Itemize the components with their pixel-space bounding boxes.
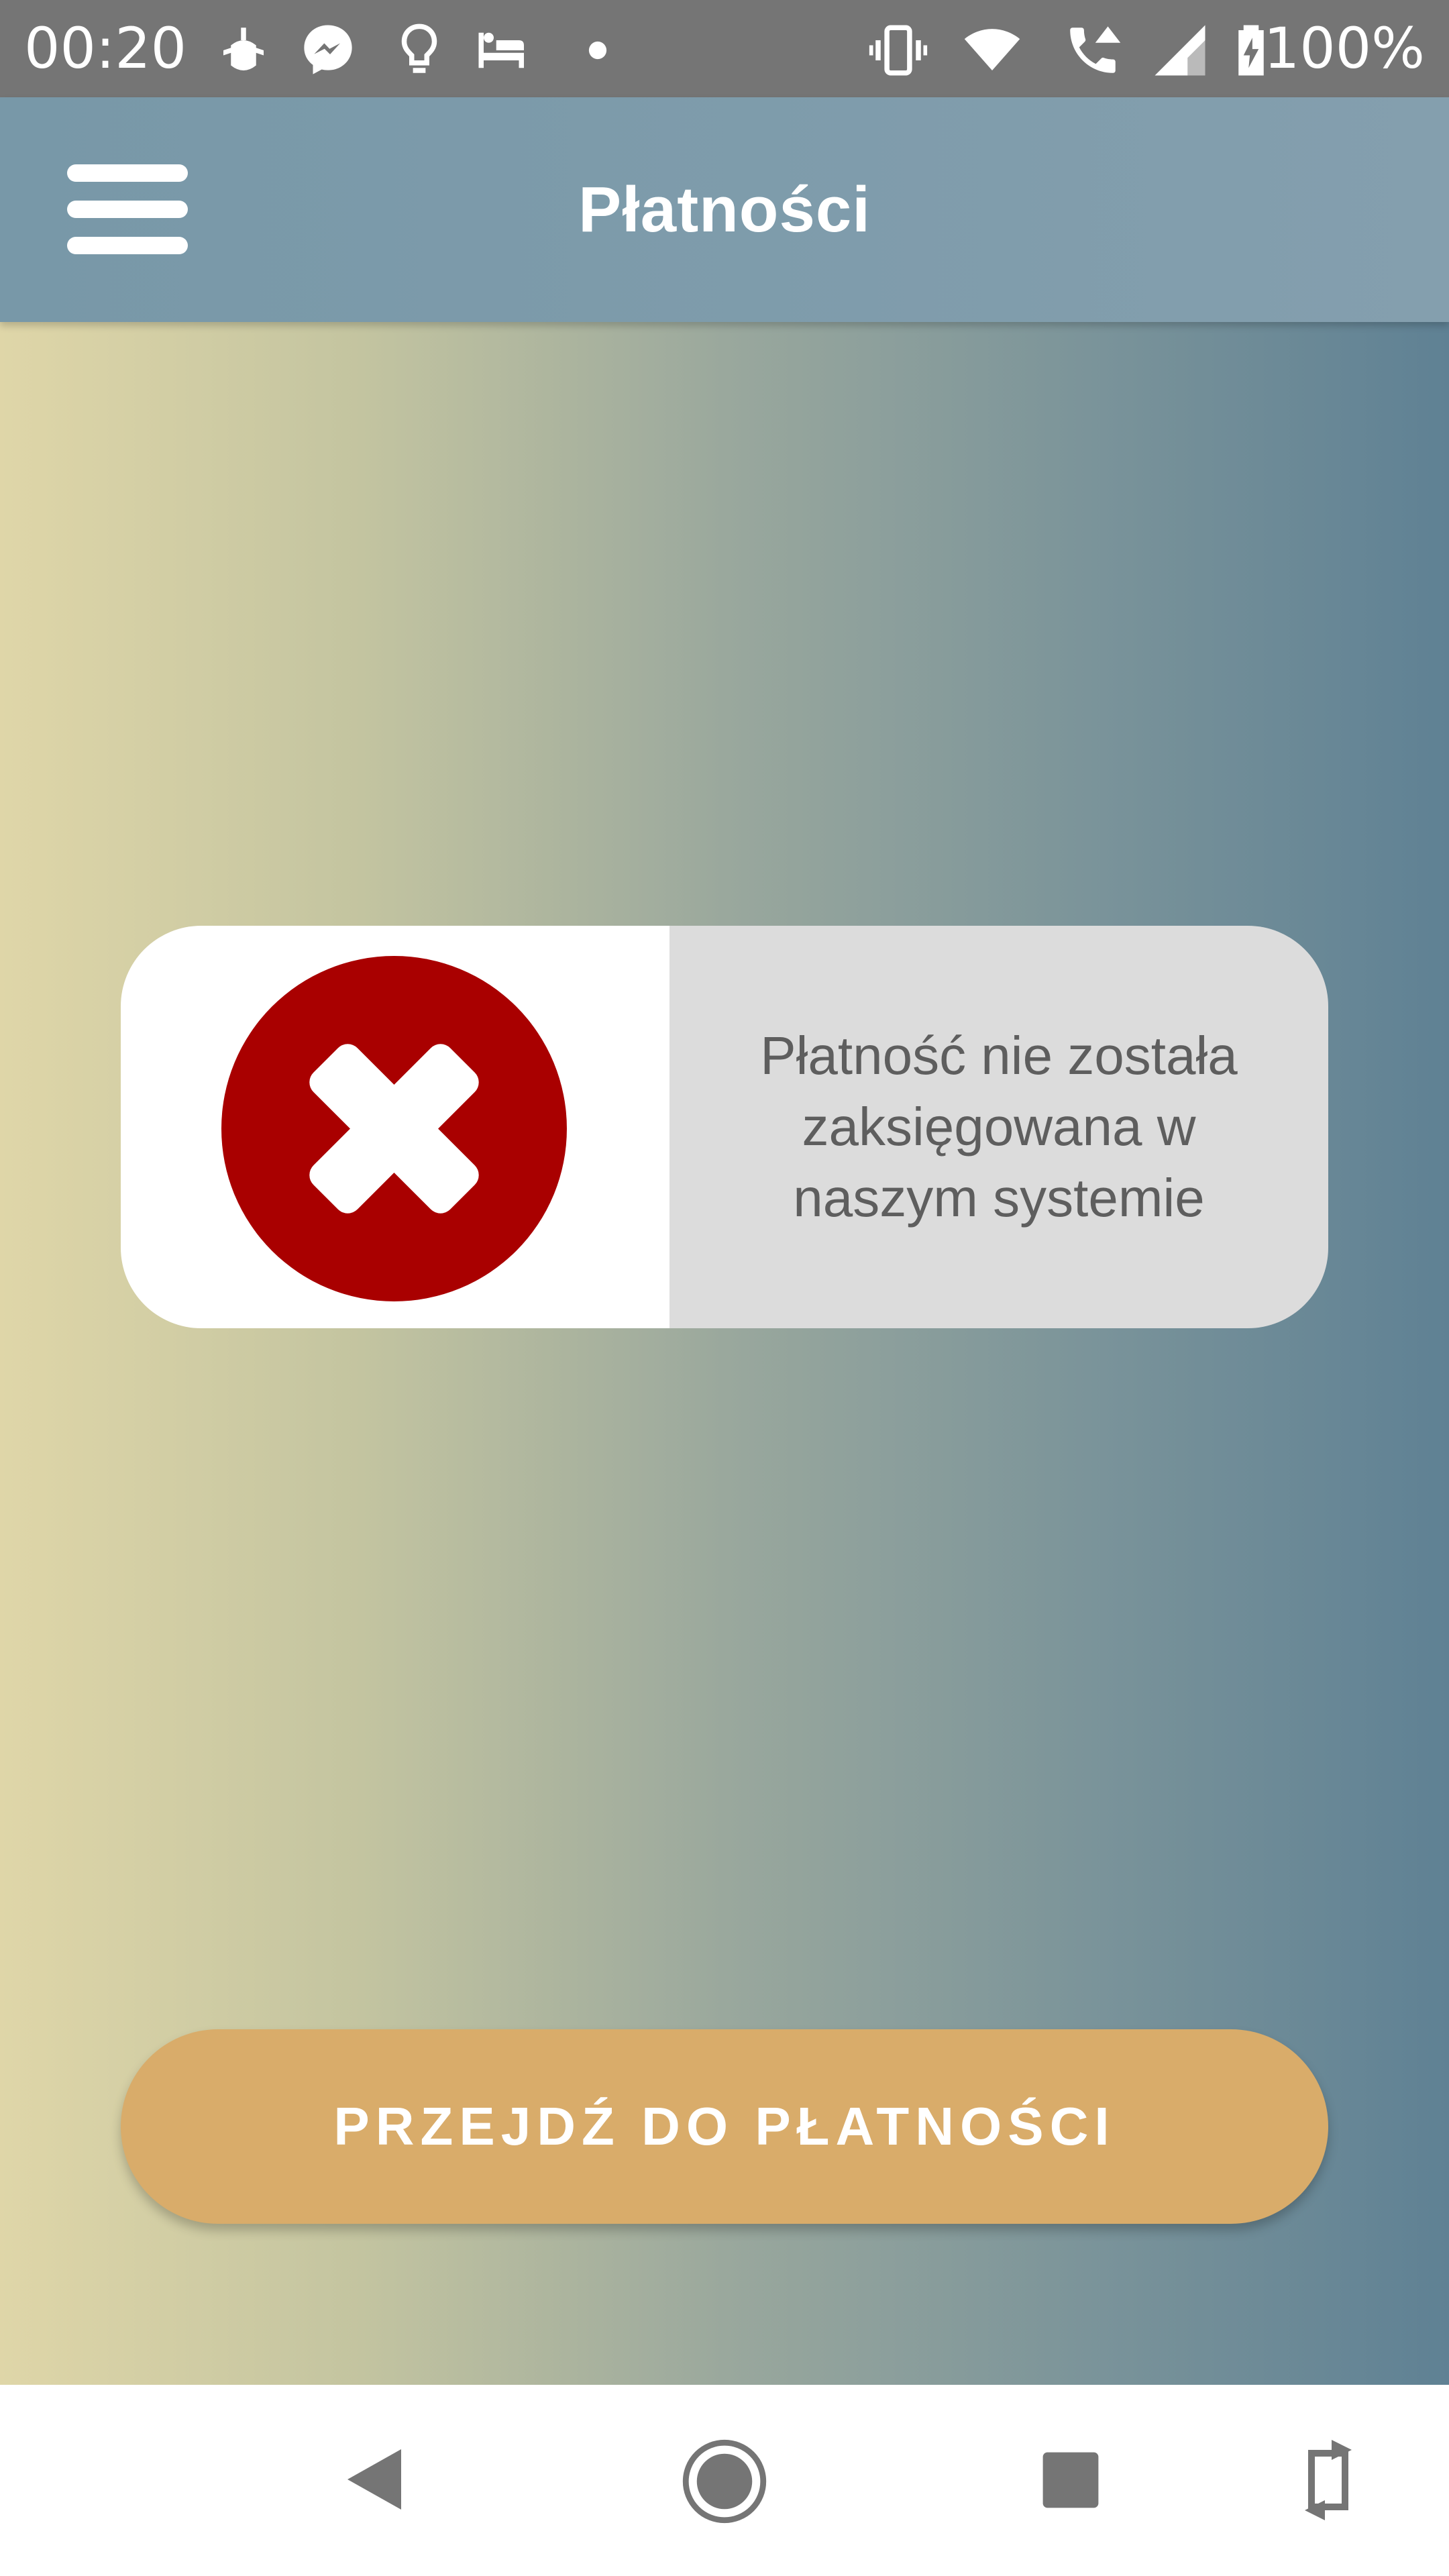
- android-bug-icon: [223, 28, 264, 70]
- home-icon[interactable]: [680, 2437, 769, 2526]
- vibrate-icon: [869, 25, 928, 76]
- main-content: Płatność nie została zaksięgowana w nasz…: [0, 322, 1449, 2385]
- recents-icon[interactable]: [1040, 2449, 1102, 2511]
- payment-status-message: Płatność nie została zaksięgowana w nasz…: [760, 1026, 1238, 1228]
- error-x-icon: [221, 956, 567, 1301]
- wifi-call-icon: [1070, 26, 1121, 73]
- messenger-icon: [304, 25, 352, 74]
- rotate-icon[interactable]: [1301, 2440, 1355, 2520]
- status-time: 00:20: [24, 15, 187, 81]
- lightbulb-icon: [401, 23, 437, 73]
- status-icon-panel: [121, 926, 669, 1328]
- battery-percentage: 100%: [1263, 15, 1425, 81]
- navigation-bar: [0, 2385, 1449, 2576]
- page-title: Płatności: [578, 174, 871, 246]
- dot-icon: [588, 41, 607, 60]
- back-icon[interactable]: [341, 2443, 408, 2516]
- wifi-icon: [964, 29, 1020, 70]
- cell-signal-icon: [1155, 25, 1205, 76]
- hotel-bed-icon: [478, 32, 524, 68]
- screen: 00:20 100% Płatności Płatność nie został…: [0, 0, 1449, 2576]
- go-to-payments-button[interactable]: PRZEJDŹ DO PŁATNOŚCI: [121, 2029, 1328, 2224]
- app-bar: Płatności: [0, 97, 1449, 322]
- status-bar: 00:20 100%: [0, 0, 1449, 97]
- hamburger-menu-icon[interactable]: [67, 164, 188, 255]
- status-message-panel: Płatność nie została zaksięgowana w nasz…: [669, 926, 1328, 1328]
- payment-status-card: Płatność nie została zaksięgowana w nasz…: [121, 926, 1328, 1328]
